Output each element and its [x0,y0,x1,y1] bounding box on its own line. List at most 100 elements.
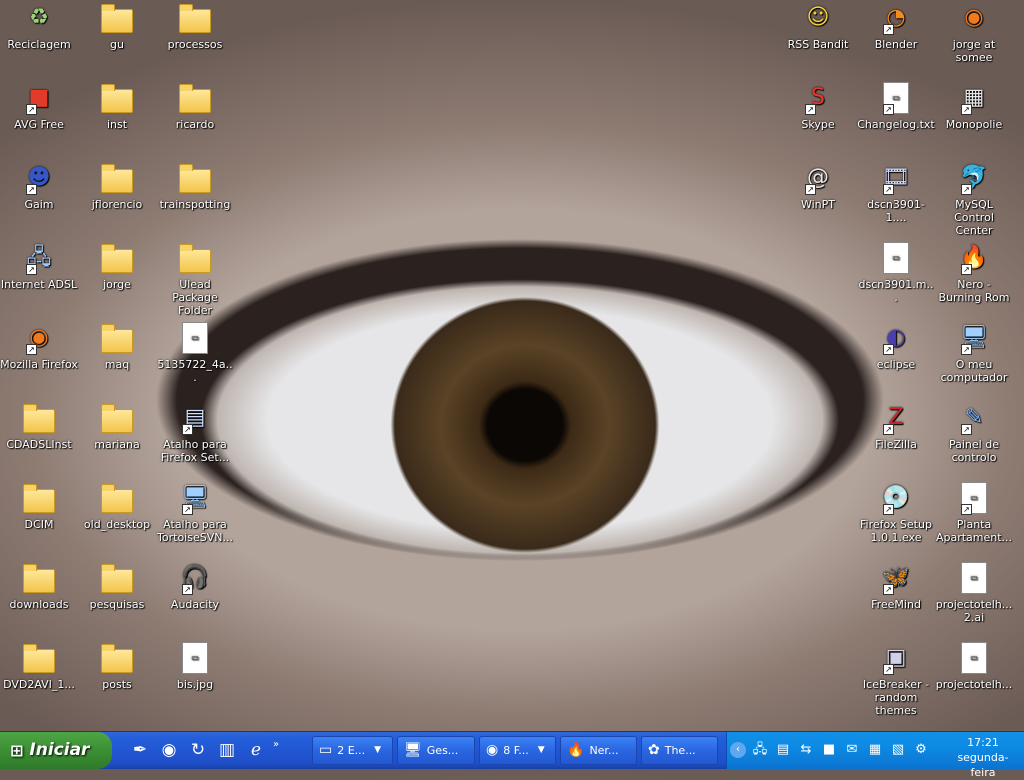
shortcut-arrow-icon: ↗ [961,504,972,515]
desktop-icon[interactable]: ▭ 5135722_4a... [156,320,234,384]
filezilla-icon: Z ↗ [880,402,912,435]
desktop-icon[interactable]: ▭ projectotelh... 2.ai [935,560,1013,624]
desktop-icon[interactable]: jorge [78,240,156,291]
image-file-icon: ▭ ↗ [958,482,990,515]
freemind-icon: 🦋 ↗ [880,562,912,595]
monitor-tray-icon[interactable]: ▤ [774,741,792,759]
desktop-icon[interactable]: trainspotting [156,160,234,211]
desktop-icon[interactable]: ▭ dscn3901.m... [857,240,935,304]
mail-icon[interactable]: ✉ [843,741,861,759]
desktop-icon[interactable]: CDADSLInst [0,400,78,451]
firefox-icon[interactable]: ◉ [157,736,181,765]
desktop-icon[interactable]: 🖧 ↗ Internet ADSL [0,240,78,291]
taskbar-button[interactable]: 🔥 Ner... [560,736,637,765]
quick-launch-more-button[interactable]: » [273,736,283,765]
desktop-icon[interactable]: downloads [0,560,78,611]
desktop-icon-label: Audacity [170,598,220,611]
tray-expand-icon[interactable]: ‹ [730,742,746,758]
desktop-icon-label: FreeMind [871,598,921,611]
desktop-icon[interactable]: ☺ RSS Bandit [779,0,857,51]
desktop-icon[interactable]: ☻ ↗ Gaim [0,160,78,211]
taskbar-button-label: 2 E... [337,744,366,757]
file-shape: ▭ [961,562,987,594]
desktop-icon[interactable]: 🎧 ↗ Audacity [156,560,234,611]
text-file-icon: ▭ ↗ [880,82,912,115]
folder-icon [23,562,55,594]
desktop-icon[interactable]: mariana [78,400,156,451]
desktop-icon[interactable]: old_desktop [78,480,156,531]
desktop-icon-label: MySQL Control Center [954,198,994,237]
desktop-icon-label: trainspotting [159,198,231,211]
desktop-icon[interactable]: DVD2AVI_1... [0,640,78,691]
desktop-icon[interactable]: Z ↗ FileZilla [857,400,935,451]
shortcut-arrow-icon: ↗ [883,584,894,595]
desktop-icon[interactable]: 🖥 ↗ Atalho para TortoiseSVN... [156,480,234,544]
desktop-icon[interactable]: processos [156,0,234,51]
shortcut-arrow-icon: ↗ [961,264,972,275]
desktop-icon[interactable]: ◐ ↗ eclipse [857,320,935,371]
desktop-icon[interactable]: 🎞 ↗ dscn3901-1.... [857,160,935,224]
desktop-icon[interactable]: S ↗ Skype [779,80,857,131]
folder-icon: ▭ [319,742,333,758]
desktop-icon[interactable]: ♻ Reciclagem [0,0,78,51]
start-button[interactable]: ⊞ Iniciar [0,732,112,769]
pen-icon[interactable]: ✒ [128,736,152,765]
desktop-icon[interactable]: ◉ ↗ Mozilla Firefox [0,320,78,371]
avg-tray-icon[interactable]: ■ [820,741,838,759]
taskbar-button[interactable]: ◉ 8 F... ▼ [479,736,556,765]
desktop-icon[interactable]: inst [78,80,156,131]
gear-tray-icon[interactable]: ⚙ [912,741,930,759]
desktop-icon[interactable]: 🦋 ↗ FreeMind [857,560,935,611]
folder-icon [179,242,211,274]
desktop-icon[interactable]: ◉ jorge at somee [935,0,1013,64]
folder-shape [23,564,55,593]
color-tray-icon[interactable]: ▧ [889,741,907,759]
desktop-icon[interactable]: jflorencio [78,160,156,211]
desktop-icon[interactable]: maq [78,320,156,371]
desktop-icon[interactable]: ▭ projectotelh... [935,640,1013,691]
desktop-icon-label: bis.jpg [176,678,214,691]
desktop-icon[interactable]: ▭ ↗ Changelog.txt [857,80,935,131]
desktop-icon[interactable]: ▤ ↗ Atalho para Firefox Set... [156,400,234,464]
folder-icon [101,402,133,434]
desktop-icon[interactable]: pesquisas [78,560,156,611]
desktop-icon[interactable]: ▦ ↗ Monopolie [935,80,1013,131]
internet-explorer-icon[interactable]: ℯ [244,736,268,765]
network-tray-icon[interactable]: 🖧 [751,741,769,759]
desktop-icon[interactable]: posts [78,640,156,691]
desktop-icon[interactable]: 🔥 ↗ Nero - Burning Rom [935,240,1013,304]
desktop-icon-label: jflorencio [91,198,143,211]
desktop-icon-label: Nero - Burning Rom [938,278,1010,304]
desktop-icon-label: Firefox Setup 1.0.1.exe [860,518,932,544]
notepad-icon[interactable]: ▥ [215,736,239,765]
desktop-icon[interactable]: ■ ↗ AVG Free [0,80,78,131]
desktop-icon[interactable]: ▣ ↗ IceBreaker - random themes [857,640,935,717]
desktop-icon[interactable]: ✎ ↗ Painel de controlo [935,400,1013,464]
desktop-icon[interactable]: ◔ ↗ Blender [857,0,935,51]
refresh-icon[interactable]: ↻ [186,736,210,765]
desktop-icon[interactable]: ricardo [156,80,234,131]
network-connections-icon[interactable]: ⇆ [797,741,815,759]
desktop-icon[interactable]: 🖥 ↗ O meu computador [935,320,1013,384]
desktop-icon[interactable]: @ ↗ WinPT [779,160,857,211]
desktop-icon[interactable]: 💿 ↗ Firefox Setup 1.0.1.exe [857,480,935,544]
folder-shape [101,4,133,33]
desktop-icon-label: jorge [103,278,131,291]
desktop-icon-label: DVD2AVI_1... [3,678,75,691]
icon-glyph: ◉ [964,5,984,30]
desktop-icon[interactable]: ▭ ↗ Planta Apartament... [935,480,1013,544]
desktop-icon-label: Atalho para TortoiseSVN... [157,518,233,544]
clock[interactable]: 17:21 segunda-feira [946,735,1020,780]
folder-shape [179,4,211,33]
desktop-icon[interactable]: gu [78,0,156,51]
desktop-icon[interactable]: ▭ bis.jpg [156,640,234,691]
grid-tray-icon[interactable]: ▦ [866,741,884,759]
taskbar-button[interactable]: 🖥 Ges... [397,736,475,765]
folder-icon [101,482,133,514]
taskbar-button[interactable]: ▭ 2 E... ▼ [312,736,393,765]
desktop-icon[interactable]: DCIM [0,480,78,531]
icebreaker-icon: ▣ ↗ [880,642,912,675]
taskbar-button[interactable]: ✿ The... [641,736,718,765]
desktop-icon[interactable]: 🐬 ↗ MySQL Control Center [935,160,1013,237]
desktop-icon[interactable]: Ulead Package Folder [156,240,234,317]
